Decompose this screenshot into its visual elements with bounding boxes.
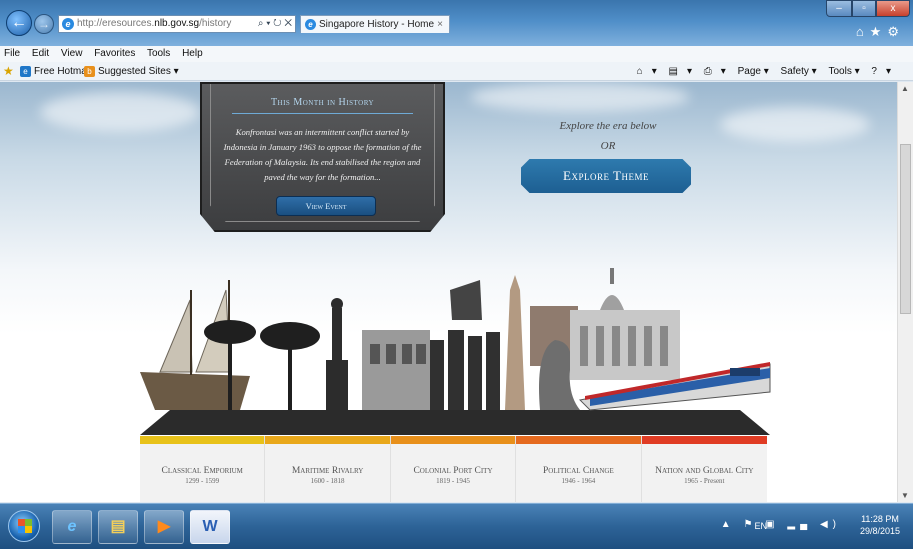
tools-menu[interactable]: Tools ▾ [828,66,859,77]
collage-platform [140,410,770,435]
help-dropdown[interactable]: ? ▾ [871,66,891,77]
era-name: Classical Emporium [161,466,243,476]
menu-edit[interactable]: Edit [32,48,49,59]
web-page: This Month in History Konfrontasi was an… [0,82,897,502]
era-years: 1299 - 1599 [185,477,220,485]
taskbar-media-player-icon[interactable]: ▶ [144,510,184,544]
taskbar-ie-icon[interactable]: e [52,510,92,544]
raffles-statue [326,298,348,410]
era-nation-global-city[interactable]: Nation and Global City 1965 - Present [641,436,767,502]
cloud [470,82,690,112]
menu-view[interactable]: View [61,48,83,59]
era-colonial-port-city[interactable]: Colonial Port City 1819 - 1945 [390,436,517,502]
fav-suggested-sites[interactable]: b Suggested Sites ▾ [84,62,179,81]
minimize-button[interactable]: – [826,0,852,17]
print-dropdown[interactable]: ⎙ ▾ [704,66,726,77]
scroll-up-icon[interactable]: ▲ [901,84,909,93]
era-name: Nation and Global City [655,466,754,476]
favorites-star-icon[interactable]: ★ [3,62,14,81]
back-button[interactable]: ← [6,10,32,36]
taskbar: e ▤ ▶ W EN ▲ ⚑ ▣ ▂▄ ◀) 11:28 PM 29/8/201… [0,503,913,549]
supreme-court-dome [570,268,680,380]
maximize-button[interactable]: ▫ [852,0,876,17]
era-name: Political Change [543,466,614,476]
fav-free-hotmail[interactable]: e Free Hotmail [20,62,91,81]
cloud [720,107,870,142]
era-navigation: Classical Emporium 1299 - 1599 Maritime … [140,436,767,502]
fav-suggested-label: Suggested Sites ▾ [98,66,179,77]
title-bar: ← → e http://eresources.nlb.gov.sg/histo… [0,0,913,46]
era-name: Maritime Rivalry [291,466,364,476]
tab-title: Singapore History - Home [319,19,435,30]
era-color-stripe [390,436,516,444]
month-card-title: This Month in History [270,97,375,108]
explore-theme-button[interactable]: Explore Theme [521,159,691,193]
era-years: 1965 - Present [684,477,725,485]
feeds-dropdown[interactable]: ▤ ▾ [669,66,692,77]
menu-help[interactable]: Help [182,48,203,59]
explore-prompt: Explore the era below OR [520,116,696,156]
view-event-button[interactable]: View Event [276,196,376,216]
start-button[interactable] [8,510,40,542]
fav-hotmail-label: Free Hotmail [34,66,92,77]
command-bar: ⌂ ▾ ▤ ▾ ⎙ ▾ Page ▾ Safety ▾ Tools ▾ ? ▾ [628,62,891,81]
era-color-stripe [140,436,265,444]
tab-close-icon[interactable]: × [437,16,443,33]
address-tools[interactable]: ⌕ ▾ ↻ ✕ [258,16,292,32]
era-classical-emporium[interactable]: Classical Emporium 1299 - 1599 [140,436,266,502]
menu-tools[interactable]: Tools [147,48,170,59]
windows-logo-icon [18,519,32,533]
month-card-body: Konfrontasi was an intermittent conflict… [223,127,422,182]
browser-window: ← → e http://eresources.nlb.gov.sg/histo… [0,0,913,549]
url-host: nlb.gov.sg [154,18,200,29]
menu-file[interactable]: File [4,48,20,59]
era-color-stripe [641,436,767,444]
soldiers-group [430,280,500,410]
favorites-bar: ★ e Free Hotmail b Suggested Sites ▾ ⌂ ▾ ▤ ▾… [0,62,913,81]
scroll-thumb[interactable] [900,144,911,314]
colonial-building [362,330,430,410]
era-political-change[interactable]: Political Change 1946 - 1964 [516,436,642,502]
url-prefix: http://eresources. [77,18,155,29]
era-years: 1946 - 1964 [561,477,596,485]
clock-date: 29/8/2015 [859,526,901,536]
junk-ship [140,280,250,410]
era-color-stripe [265,436,390,444]
home-dropdown[interactable]: ⌂ ▾ [637,66,657,77]
era-years: 1819 - 1945 [436,477,470,485]
cloud [40,92,200,132]
tab-ie-icon: e [305,19,316,30]
forward-button[interactable]: → [34,14,54,34]
explore-or: OR [600,140,616,152]
hotmail-icon: e [20,66,31,77]
url-path: /history [199,18,232,29]
taskbar-word-icon[interactable]: W [190,510,230,544]
home-favorites-settings-icons[interactable]: ⌂★⚙ [856,24,905,40]
explore-line1: Explore the era below [559,120,657,132]
history-collage-image [140,268,771,435]
address-bar[interactable]: e http://eresources.nlb.gov.sg/history ⌕… [58,15,296,33]
close-button[interactable]: x [876,0,910,17]
month-card-divider [232,113,413,114]
vertical-scrollbar[interactable]: ▲ ▼ [897,82,913,502]
safety-menu[interactable]: Safety ▾ [781,66,817,77]
clock-time: 11:28 PM [861,514,899,524]
obelisk [505,275,525,410]
ie-page-icon: e [62,18,74,30]
suggested-sites-icon: b [84,66,95,77]
this-month-in-history-card: This Month in History Konfrontasi was an… [200,82,445,232]
scroll-down-icon[interactable]: ▼ [901,491,909,500]
era-years: 1600 - 1818 [310,477,345,485]
tray-icons[interactable]: ▲ ⚑ ▣ ▂▄ ◀) [721,519,841,530]
era-color-stripe [516,436,641,444]
era-name: Colonial Port City [413,466,493,476]
menu-bar: File Edit View Favorites Tools Help [0,46,913,62]
clock[interactable]: 11:28 PM 29/8/2015 [855,513,905,537]
tab-singapore-history[interactable]: e Singapore History - Home × [300,15,450,33]
taskbar-explorer-icon[interactable]: ▤ [98,510,138,544]
era-maritime-rivalry[interactable]: Maritime Rivalry 1600 - 1818 [265,436,391,502]
page-menu[interactable]: Page ▾ [738,66,769,77]
menu-favorites[interactable]: Favorites [94,48,135,59]
